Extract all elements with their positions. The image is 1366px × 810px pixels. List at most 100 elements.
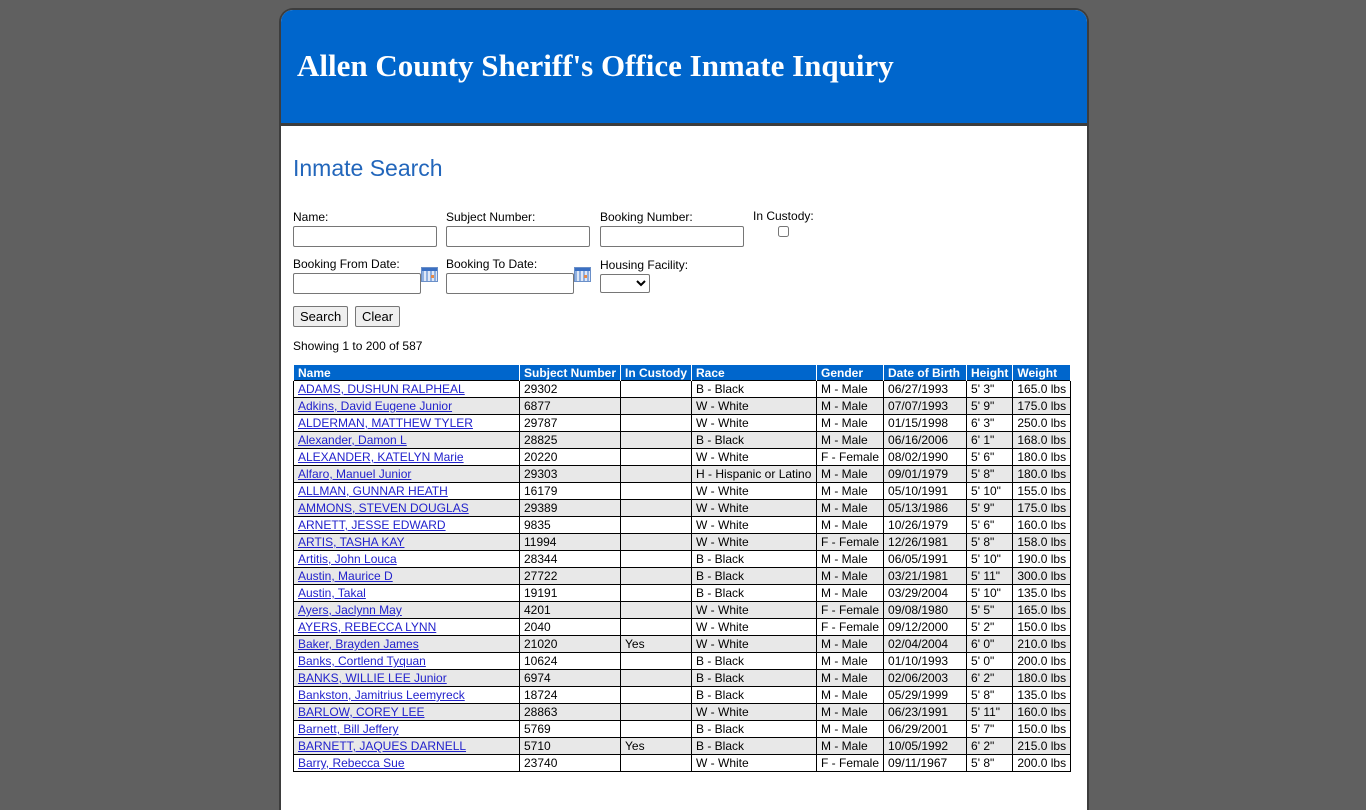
cell-gender: M - Male [815,635,885,653]
cell-weight: 158.0 lbs [1012,533,1072,551]
cell-weight: 175.0 lbs [1012,499,1072,517]
cell-date-of-birth: 01/10/1993 [883,652,968,670]
cell-race: B - Black [691,584,817,602]
cell-date-of-birth: 05/13/1986 [883,499,968,517]
column-header-name[interactable]: Name [293,364,520,381]
calendar-icon[interactable] [421,267,438,282]
subject-number-input[interactable] [446,226,590,247]
name-input[interactable] [293,226,437,247]
inmate-name-link[interactable]: BARNETT, JAQUES DARNELL [298,739,466,753]
table-row: ALEXANDER, KATELYN Marie 20220 W - White F … [293,448,1072,466]
cell-subject-number: 6877 [519,397,621,415]
cell-date-of-birth: 06/05/1991 [883,550,968,568]
cell-subject-number: 28825 [519,431,621,449]
cell-subject-number: 4201 [519,601,621,619]
booking-from-label: Booking From Date: [293,257,400,271]
cell-race: B - Black [691,737,817,755]
booking-to-input[interactable] [446,273,574,294]
inmate-name-link[interactable]: ADAMS, DUSHUN RALPHEAL [298,382,465,396]
inmate-name-link[interactable]: ARNETT, JESSE EDWARD [298,518,446,532]
clear-button[interactable]: Clear [355,306,401,327]
cell-subject-number: 28344 [519,550,621,568]
table-header-row: Name Subject Number In Custody Race Gend… [293,364,1072,381]
cell-gender: M - Male [815,737,885,755]
cell-in-custody [620,482,692,500]
housing-facility-select[interactable] [600,274,650,293]
booking-from-input[interactable] [293,273,421,294]
cell-name: ARNETT, JESSE EDWARD [293,516,520,534]
cell-weight: 150.0 lbs [1012,720,1072,738]
inmate-name-link[interactable]: ALLMAN, GUNNAR HEATH [298,484,448,498]
cell-in-custody [620,448,692,466]
search-button[interactable]: Search [293,306,349,327]
inmate-name-link[interactable]: Barnett, Bill Jeffery [298,722,399,736]
column-header-race[interactable]: Race [691,364,817,381]
column-header-date-of-birth[interactable]: Date of Birth [883,364,968,381]
cell-height: 6' 2" [966,737,1014,755]
cell-date-of-birth: 01/15/1998 [883,414,968,432]
inmate-name-link[interactable]: Austin, Takal [298,586,366,600]
inmate-name-link[interactable]: Banks, Cortlend Tyquan [298,654,426,668]
cell-in-custody [620,720,692,738]
cell-height: 5' 7" [966,720,1014,738]
inmate-name-link[interactable]: Bankston, Jamitrius Leemyreck [298,688,465,702]
cell-gender: M - Male [815,465,885,483]
cell-weight: 250.0 lbs [1012,414,1072,432]
inmate-name-link[interactable]: Artitis, John Louca [298,552,397,566]
column-header-height[interactable]: Height [966,364,1014,381]
inmate-name-link[interactable]: Alfaro, Manuel Junior [298,467,411,481]
cell-race: W - White [691,754,817,772]
cell-name: Barnett, Bill Jeffery [293,720,520,738]
inmate-name-link[interactable]: ALEXANDER, KATELYN Marie [298,450,464,464]
inmate-name-link[interactable]: BARLOW, COREY LEE [298,705,425,719]
cell-in-custody [620,414,692,432]
table-row: Austin, Maurice D 27722 B - Black M - Male 0… [293,567,1072,585]
cell-height: 5' 8" [966,533,1014,551]
inmate-name-link[interactable]: Austin, Maurice D [298,569,393,583]
table-row: Banks, Cortlend Tyquan 10624 B - Black M - … [293,652,1072,670]
cell-gender: M - Male [815,380,885,398]
inmate-name-link[interactable]: AMMONS, STEVEN DOUGLAS [298,501,469,515]
in-custody-label: In Custody: [753,209,814,223]
inmate-name-link[interactable]: Adkins, David Eugene Junior [298,399,452,413]
cell-weight: 180.0 lbs [1012,448,1072,466]
cell-subject-number: 10624 [519,652,621,670]
in-custody-checkbox[interactable] [777,226,789,237]
booking-from-field-group: Booking From Date: [293,257,438,294]
cell-subject-number: 9835 [519,516,621,534]
cell-height: 5' 10" [966,482,1014,500]
column-header-weight[interactable]: Weight [1012,364,1072,381]
cell-gender: F - Female [815,601,885,619]
inmate-name-link[interactable]: ARTIS, TASHA KAY [298,535,404,549]
cell-date-of-birth: 08/02/1990 [883,448,968,466]
cell-subject-number: 20220 [519,448,621,466]
cell-gender: M - Male [815,703,885,721]
inmate-name-link[interactable]: Alexander, Damon L [298,433,407,447]
cell-gender: M - Male [815,584,885,602]
cell-date-of-birth: 12/26/1981 [883,533,968,551]
table-row: Austin, Takal 19191 B - Black M - Male 03/29… [293,584,1072,602]
column-header-subject-number[interactable]: Subject Number [519,364,621,381]
column-header-gender[interactable]: Gender [815,364,885,381]
booking-number-label: Booking Number: [600,210,693,224]
inmate-name-link[interactable]: AYERS, REBECCA LYNN [298,620,436,634]
cell-gender: M - Male [815,686,885,704]
inmate-name-link[interactable]: Ayers, Jaclynn May [298,603,402,617]
booking-number-input[interactable] [600,226,744,247]
booking-to-field-group: Booking To Date: [446,257,591,294]
inmate-name-link[interactable]: BANKS, WILLIE LEE Junior [298,671,447,685]
cell-subject-number: 21020 [519,635,621,653]
cell-name: Barry, Rebecca Sue [293,754,520,772]
cell-weight: 160.0 lbs [1012,516,1072,534]
inmate-name-link[interactable]: ALDERMAN, MATTHEW TYLER [298,416,473,430]
table-row: Bankston, Jamitrius Leemyreck 18724 B - Bl… [293,686,1072,704]
table-row: Adkins, David Eugene Junior 6877 W - White… [293,397,1072,415]
calendar-icon[interactable] [574,267,591,282]
inmate-name-link[interactable]: Baker, Brayden James [298,637,419,651]
cell-gender: M - Male [815,397,885,415]
cell-date-of-birth: 06/16/2006 [883,431,968,449]
cell-name: Alfaro, Manuel Junior [293,465,520,483]
column-header-in-custody[interactable]: In Custody [620,364,692,381]
cell-weight: 180.0 lbs [1012,465,1072,483]
cell-in-custody [620,601,692,619]
